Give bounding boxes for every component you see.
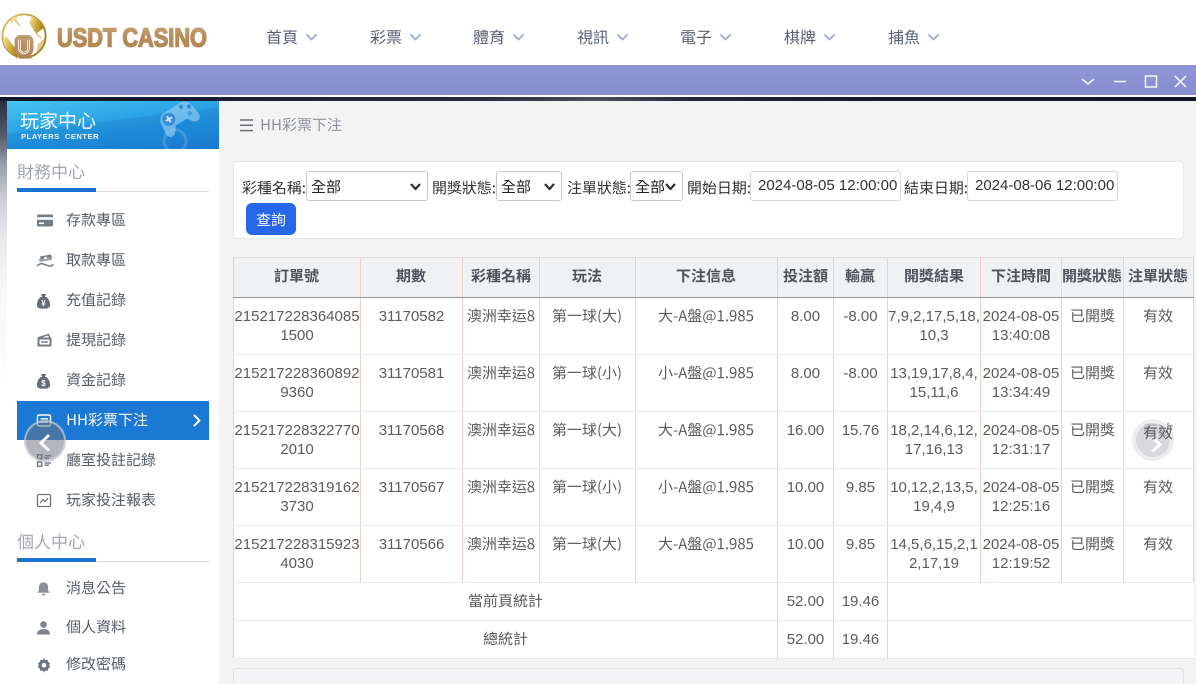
svg-text:Casino: Casino	[16, 57, 33, 60]
svg-text:$: $	[41, 379, 46, 388]
svg-text:USDT CASINO: USDT CASINO	[57, 23, 207, 53]
svg-text:¥: ¥	[41, 299, 46, 308]
